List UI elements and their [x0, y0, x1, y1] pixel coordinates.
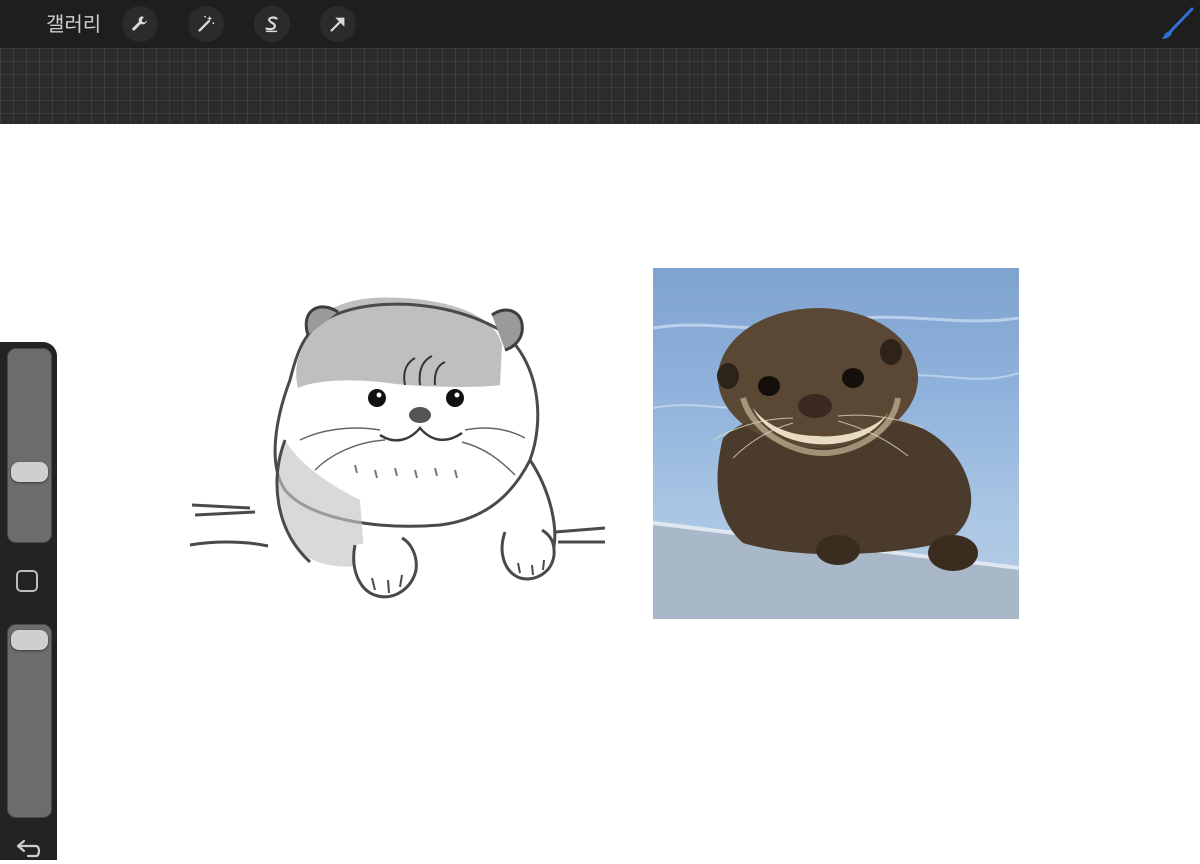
canvas-grid-background [0, 48, 1200, 125]
adjustments-button[interactable] [188, 6, 224, 42]
undo-button[interactable] [14, 838, 42, 860]
otter-sketch [101, 270, 620, 615]
brush-size-slider[interactable] [7, 348, 52, 543]
transform-button[interactable] [320, 6, 356, 42]
opacity-slider[interactable] [7, 624, 52, 818]
undo-arrow-icon [16, 839, 41, 858]
left-sidebar [0, 342, 57, 860]
brush-size-thumb[interactable] [11, 462, 48, 482]
arrow-cursor-icon [330, 17, 345, 32]
otter-photo [653, 268, 1019, 619]
selection-button[interactable] [254, 6, 290, 42]
selection-s-icon [265, 16, 278, 33]
square-icon[interactable] [16, 570, 38, 592]
opacity-thumb[interactable] [11, 630, 48, 650]
brush-icon [1162, 7, 1194, 39]
wrench-icon [132, 16, 147, 31]
brush-button[interactable] [1156, 6, 1196, 42]
gallery-button[interactable]: 갤러리 [46, 11, 101, 37]
actions-button[interactable] [122, 6, 158, 42]
magic-wand-icon [198, 15, 215, 32]
top-toolbar: 갤러리 [0, 0, 1200, 48]
